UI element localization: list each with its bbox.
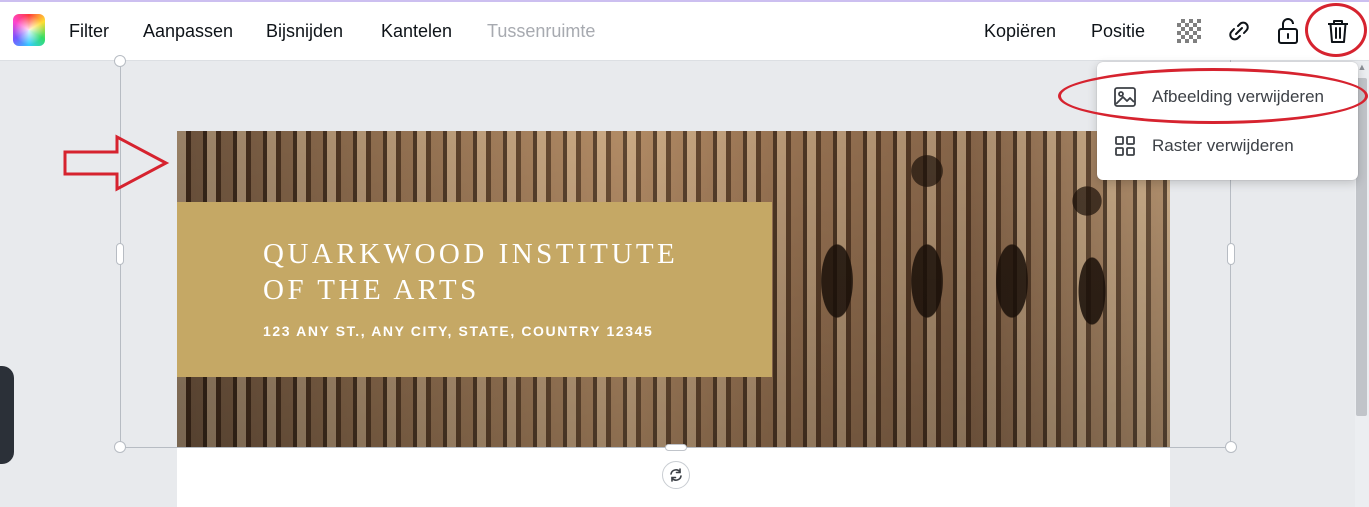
- grid-icon: [1113, 134, 1137, 158]
- crop-button[interactable]: Bijsnijden: [266, 19, 343, 43]
- top-toolbar: Filter Aanpassen Bijsnijden Kantelen Tus…: [0, 0, 1369, 61]
- resize-handle-left[interactable]: [116, 243, 124, 265]
- resize-handle-bottom[interactable]: [665, 444, 687, 451]
- lock-button[interactable]: [1271, 14, 1305, 48]
- rotate-button[interactable]: [662, 461, 690, 489]
- copy-button[interactable]: Kopiëren: [984, 19, 1056, 43]
- menu-item-label: Raster verwijderen: [1152, 136, 1294, 155]
- toolbar-accent-line: [0, 0, 1369, 2]
- adjust-button[interactable]: Aanpassen: [143, 19, 233, 43]
- menu-item-delete-grid[interactable]: Raster verwijderen: [1097, 123, 1358, 169]
- resize-handle-right[interactable]: [1227, 243, 1235, 265]
- color-picker-icon[interactable]: [13, 14, 45, 46]
- rotate-icon: [670, 468, 682, 482]
- lock-icon: [1278, 18, 1298, 44]
- scroll-up-arrow-icon[interactable]: ▲: [1357, 62, 1367, 72]
- arrow-annotation: [63, 134, 170, 192]
- link-icon: [1229, 21, 1249, 41]
- link-button[interactable]: [1222, 14, 1256, 48]
- filter-button[interactable]: Filter: [69, 19, 109, 43]
- menu-annotation-circle: [1058, 68, 1368, 124]
- resize-handle-top-left[interactable]: [114, 55, 126, 67]
- position-button[interactable]: Positie: [1091, 19, 1145, 43]
- transparency-button[interactable]: [1172, 14, 1206, 48]
- side-panel-tab[interactable]: [0, 366, 14, 464]
- selection-frame: [120, 60, 1231, 448]
- resize-handle-bottom-right[interactable]: [1225, 441, 1237, 453]
- resize-handle-bottom-left[interactable]: [114, 441, 126, 453]
- flip-button[interactable]: Kantelen: [381, 19, 452, 43]
- spacing-button: Tussenruimte: [487, 21, 596, 41]
- trash-annotation-circle: [1305, 3, 1367, 57]
- transparency-icon: [1177, 19, 1201, 43]
